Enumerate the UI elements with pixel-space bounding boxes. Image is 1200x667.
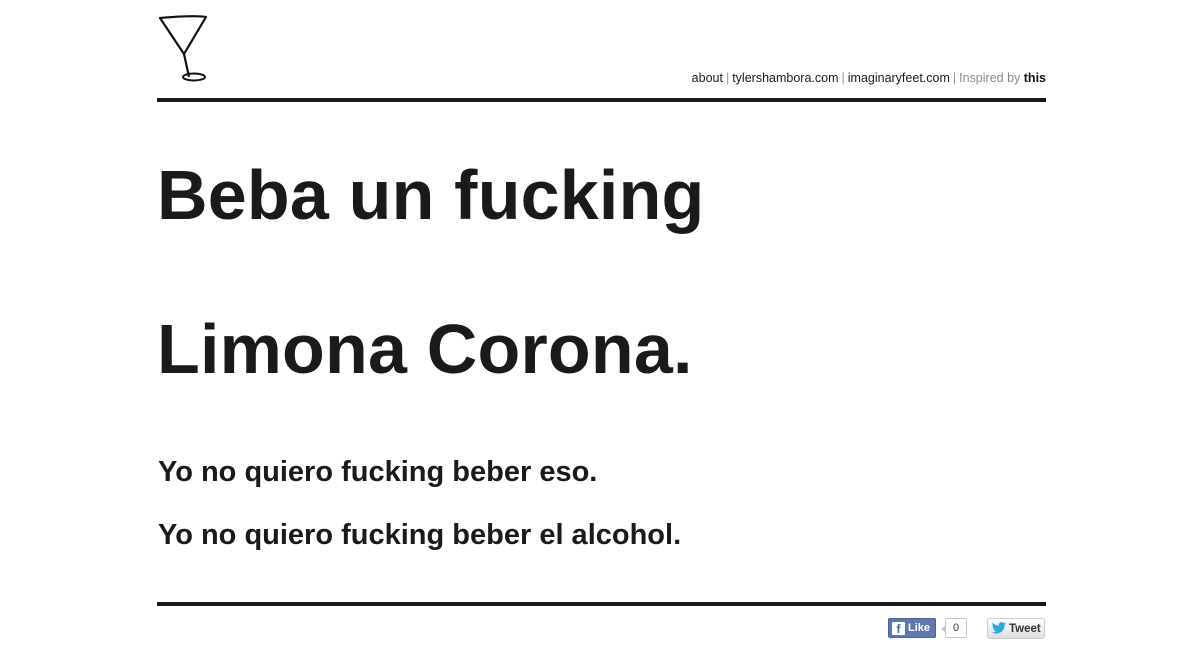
twitter-bird-icon — [991, 622, 1007, 634]
nav-imaginaryfeet-link[interactable]: imaginaryfeet.com — [848, 71, 950, 85]
nav-tylershambora-link[interactable]: tylershambora.com — [732, 71, 838, 85]
like-count-bubble: 0 — [941, 618, 967, 638]
subline-2: Yo no quiero fucking beber el alcohol. — [158, 519, 682, 551]
top-nav: about | tylershambora.com | imaginaryfeet.co… — [692, 71, 1046, 85]
bottom-divider — [157, 602, 1046, 606]
nav-separator: | — [725, 71, 730, 85]
nav-about-link[interactable]: about — [692, 71, 723, 85]
tweet-label: Tweet — [1009, 622, 1041, 635]
inspired-by-label: Inspired by — [959, 71, 1021, 85]
martini-glass-icon[interactable] — [157, 14, 211, 86]
top-divider — [157, 98, 1046, 102]
inspired-by-link[interactable]: this — [1024, 71, 1046, 85]
facebook-like-button[interactable]: f Like — [888, 618, 937, 638]
nav-separator: | — [952, 71, 957, 85]
subline-1: Yo no quiero fucking beber eso. — [158, 456, 598, 488]
page: about | tylershambora.com | imaginaryfeet.co… — [0, 0, 1200, 667]
nav-separator: | — [841, 71, 845, 85]
facebook-icon: f — [892, 621, 905, 636]
like-label: Like — [908, 622, 931, 634]
headline-line-1: Beba un fucking — [157, 156, 705, 234]
tweet-button[interactable]: Tweet — [987, 618, 1045, 639]
headline-line-2: Limona Corona. — [157, 310, 693, 388]
